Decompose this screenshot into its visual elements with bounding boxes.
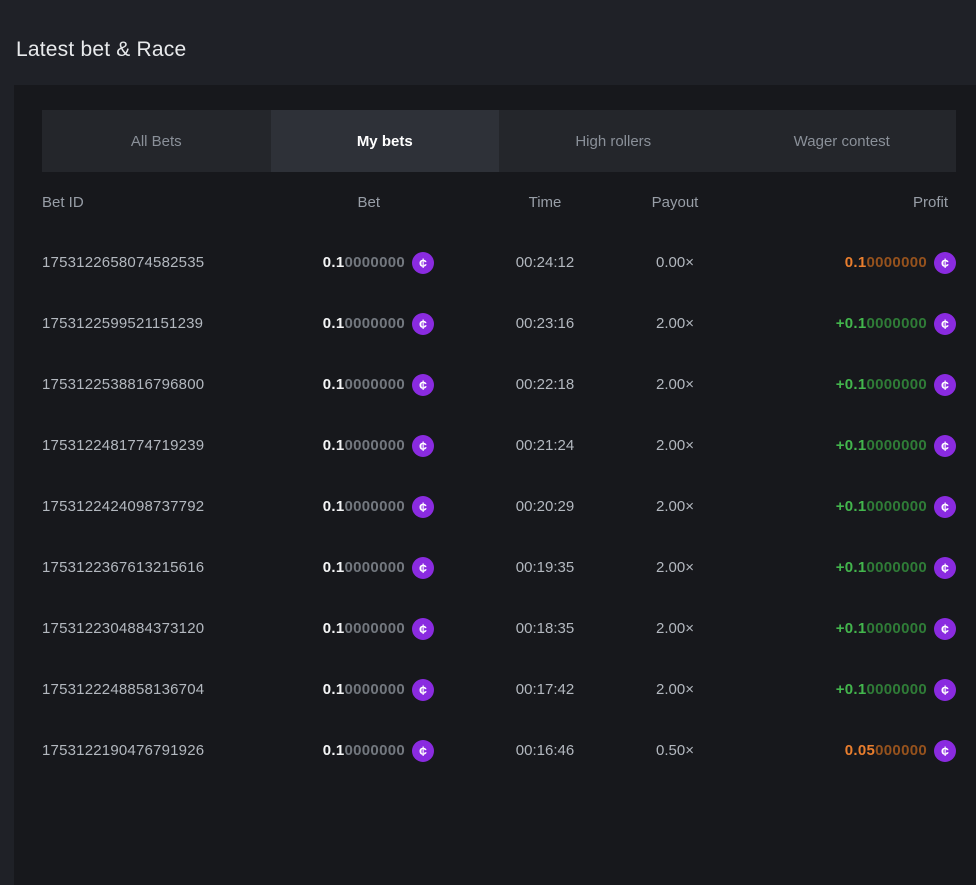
cent-coin-icon: ¢ [934,740,956,762]
table-row[interactable]: 17531225388167968000.10000000¢ 00:22:182.… [42,354,956,415]
profit-cell: 0.10000000¢ [740,252,956,274]
time-cell: 00:21:24 [480,437,610,454]
bet-id-cell: 1753122190476791926 [42,742,272,759]
payout-cell: 2.00× [610,376,740,393]
time-cell: 00:22:18 [480,376,610,393]
cent-coin-icon: ¢ [412,435,434,457]
bet-amount-cell: 0.10000000¢ [272,740,434,762]
time-cell: 00:16:46 [480,742,610,759]
table-row[interactable]: 17531225995211512390.10000000¢ 00:23:162.… [42,293,956,354]
cent-coin-icon: ¢ [934,557,956,579]
time-cell: 00:24:12 [480,254,610,271]
bet-id-cell: 1753122367613215616 [42,559,272,576]
table-row[interactable]: 17531223048843731200.10000000¢ 00:18:352.… [42,598,956,659]
time-cell: 00:20:29 [480,498,610,515]
bet-amount-cell: 0.10000000¢ [272,679,434,701]
tab-my-bets[interactable]: My bets [271,110,500,172]
time-cell: 00:18:35 [480,620,610,637]
time-cell: 00:19:35 [480,559,610,576]
bet-id-cell: 1753122424098737792 [42,498,272,515]
table-row[interactable]: 17531224817747192390.10000000¢ 00:21:242.… [42,415,956,476]
profit-cell: +0.10000000¢ [740,313,956,335]
cent-coin-icon: ¢ [934,679,956,701]
bet-amount-cell: 0.10000000¢ [272,313,434,335]
column-header-time: Time [480,194,610,211]
column-header-profit: Profit [740,194,956,211]
profit-cell: +0.10000000¢ [740,374,956,396]
bet-amount-cell: 0.10000000¢ [272,496,434,518]
cent-coin-icon: ¢ [412,496,434,518]
profit-cell: +0.10000000¢ [740,679,956,701]
cent-coin-icon: ¢ [934,618,956,640]
payout-cell: 2.00× [610,559,740,576]
tab-all-bets[interactable]: All Bets [42,110,271,172]
tab-high-rollers[interactable]: High rollers [499,110,728,172]
cent-coin-icon: ¢ [412,740,434,762]
latest-bets-panel: All Bets My bets High rollers Wager cont… [14,85,976,885]
payout-cell: 2.00× [610,437,740,454]
tab-wager-contest[interactable]: Wager contest [728,110,957,172]
bet-amount-cell: 0.10000000¢ [272,435,434,457]
bet-amount-cell: 0.10000000¢ [272,374,434,396]
payout-cell: 0.00× [610,254,740,271]
table-header-row: Bet ID Bet Time Payout Profit [42,172,956,232]
bet-id-cell: 1753122304884373120 [42,620,272,637]
bet-id-cell: 1753122658074582535 [42,254,272,271]
page-title: Latest bet & Race [0,0,976,62]
column-header-bet: Bet [272,194,434,211]
profit-cell: +0.10000000¢ [740,618,956,640]
column-header-payout: Payout [610,194,740,211]
cent-coin-icon: ¢ [412,557,434,579]
bet-amount-cell: 0.10000000¢ [272,618,434,640]
cent-coin-icon: ¢ [934,252,956,274]
profit-cell: +0.10000000¢ [740,435,956,457]
cent-coin-icon: ¢ [412,374,434,396]
bet-id-cell: 1753122538816796800 [42,376,272,393]
table-row[interactable]: 17531226580745825350.10000000¢00:24:120.… [42,232,956,293]
table-row[interactable]: 17531223676132156160.10000000¢ 00:19:352.… [42,537,956,598]
profit-cell: 0.05000000¢ [740,740,956,762]
table-row[interactable]: 17531221904767919260.10000000¢00:16:460.… [42,720,956,781]
time-cell: 00:23:16 [480,315,610,332]
cent-coin-icon: ¢ [412,313,434,335]
table-row[interactable]: 17531222488581367040.10000000¢ 00:17:422.… [42,659,956,720]
payout-cell: 2.00× [610,681,740,698]
cent-coin-icon: ¢ [934,313,956,335]
time-cell: 00:17:42 [480,681,610,698]
column-header-bet-id: Bet ID [42,194,272,211]
payout-cell: 0.50× [610,742,740,759]
table-row[interactable]: 17531224240987377920.10000000¢ 00:20:292.… [42,476,956,537]
cent-coin-icon: ¢ [934,374,956,396]
profit-cell: +0.10000000¢ [740,496,956,518]
table-body: 17531226580745825350.10000000¢00:24:120.… [42,232,956,781]
payout-cell: 2.00× [610,315,740,332]
cent-coin-icon: ¢ [934,435,956,457]
bet-amount-cell: 0.10000000¢ [272,252,434,274]
bet-id-cell: 1753122599521151239 [42,315,272,332]
profit-cell: +0.10000000¢ [740,557,956,579]
cent-coin-icon: ¢ [412,679,434,701]
bets-table: Bet ID Bet Time Payout Profit 1753122658… [42,172,956,781]
cent-coin-icon: ¢ [412,252,434,274]
payout-cell: 2.00× [610,498,740,515]
bet-id-cell: 1753122248858136704 [42,681,272,698]
cent-coin-icon: ¢ [412,618,434,640]
cent-coin-icon: ¢ [934,496,956,518]
bets-tab-bar: All Bets My bets High rollers Wager cont… [42,110,956,172]
bet-amount-cell: 0.10000000¢ [272,557,434,579]
bet-id-cell: 1753122481774719239 [42,437,272,454]
payout-cell: 2.00× [610,620,740,637]
